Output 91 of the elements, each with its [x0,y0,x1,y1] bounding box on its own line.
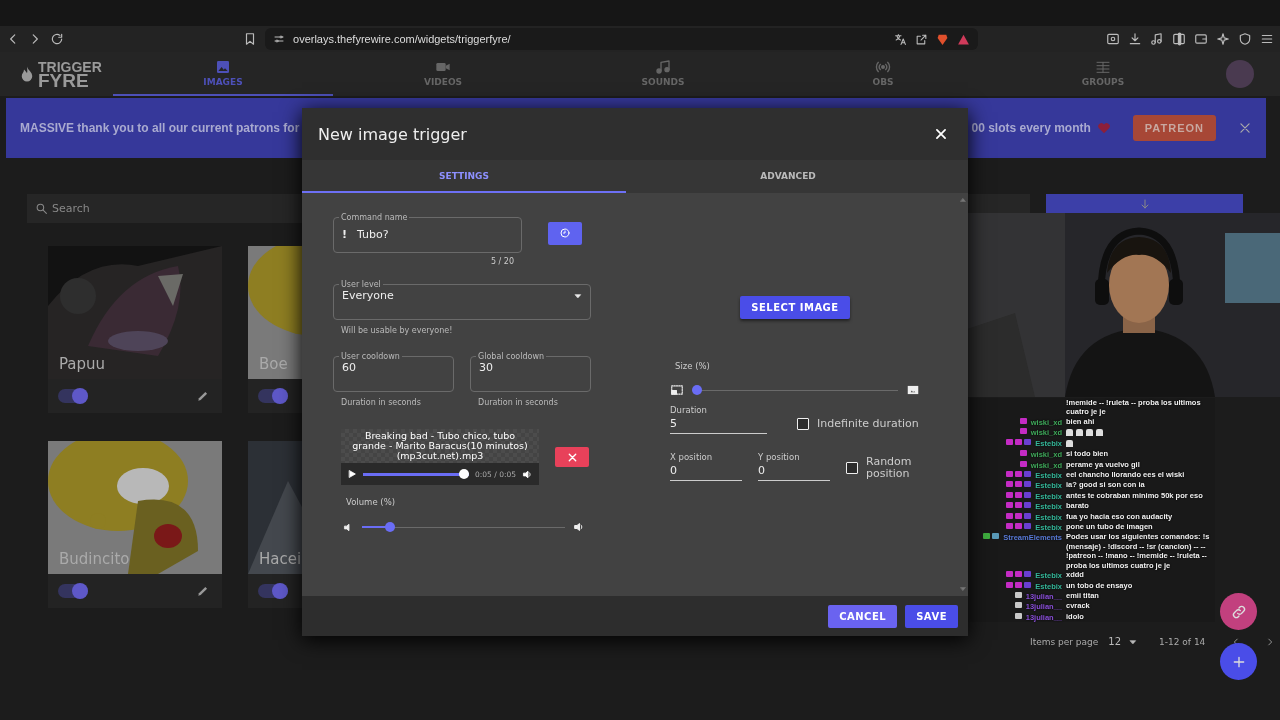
close-icon[interactable] [934,127,948,141]
toggle-switch[interactable] [58,584,88,598]
field-label: Y position [758,452,801,462]
pencil-icon[interactable] [196,389,210,403]
download-icon[interactable] [1128,32,1142,46]
page-range: 1-12 of 14 [1159,636,1206,647]
helper-text: Duration in seconds [341,398,422,407]
cooldown-field[interactable]: User cooldown 60 [333,352,454,392]
dialog-button[interactable]: CANCEL [828,604,898,628]
checkbox[interactable] [846,462,858,474]
field-label: X position [670,452,714,462]
sidebar-icon[interactable] [1172,32,1186,46]
toggle-switch[interactable] [58,389,88,403]
music-note-icon[interactable] [1150,32,1164,46]
toggle-switch[interactable] [258,584,288,598]
add-button[interactable] [1220,643,1257,680]
pagination-label: Items per page [1030,636,1099,647]
card-title: Papuu [59,355,106,373]
slider-thumb[interactable] [459,469,469,479]
caret-icon [1129,637,1138,646]
address-bar[interactable]: overlays.thefyrewire.com/widgets/triggerfyre/ [265,28,978,50]
caret-icon [574,291,582,300]
character-counter: 5 / 20 [489,257,514,266]
image-icon [215,59,231,75]
cooldown-field[interactable]: Global cooldown 30 [470,352,591,392]
banner-text: 00 slots every month [971,121,1091,135]
slider-thumb[interactable] [385,522,396,532]
clock-icon [559,227,571,239]
link-button[interactable] [1220,593,1257,630]
card-title: Hacei [259,550,302,568]
field-label: Global cooldown [477,352,546,361]
scroll-up-icon [960,197,966,203]
remove-button[interactable] [555,447,589,467]
timer-button[interactable] [548,221,582,245]
helper-text: Duration in seconds [478,398,559,407]
heart-icon [1096,121,1111,135]
groups-icon [1095,59,1111,75]
scroll-down-icon [960,586,966,592]
position-field[interactable]: 0 [758,462,830,481]
speaker-icon[interactable] [522,468,533,480]
window-icon[interactable] [1106,32,1120,46]
pencil-icon[interactable] [196,584,210,598]
dialog-title: New image trigger [318,124,467,144]
play-icon[interactable] [347,469,357,479]
select-image-button[interactable]: SELECT IMAGE [740,296,850,319]
slider-thumb[interactable] [692,385,702,395]
reload-icon[interactable] [50,32,64,46]
sparkle-icon[interactable] [1216,32,1230,46]
position-field[interactable]: 0 [670,462,742,481]
dialog-tab[interactable]: SETTINGS [302,160,626,193]
size-slider[interactable] [692,385,898,395]
search-icon [35,202,48,215]
lion-shield-icon[interactable] [936,32,949,46]
helper-text: Will be usable by everyone! [341,326,454,335]
logo-text: FYRE [38,74,89,88]
per-page-select[interactable]: 12 [1108,636,1138,647]
site-settings-icon [273,33,286,45]
duration-field[interactable]: 5 [670,415,767,434]
volume-slider[interactable] [362,522,565,532]
dialog-tab[interactable]: ADVANCED [626,160,950,193]
audio-title: Breaking bad - Tubo chico, tubo grande - Marito Baracus(10 minutos)(mp3cut.net).mp3 [351,429,529,463]
command-field[interactable]: Command name ! Tubo? [333,213,522,253]
link-icon [1230,603,1247,620]
field-label: User level [340,280,382,289]
slider-label: Size (%) [675,361,711,371]
checkbox-label: Random position [866,456,913,480]
triangle-icon[interactable] [957,32,970,46]
translate-icon[interactable] [894,32,907,46]
field-label: User cooldown [340,352,401,361]
music-note-icon [655,59,671,75]
broadcast-icon [875,59,891,75]
shield-icon[interactable] [1238,32,1252,46]
progress-slider[interactable] [363,469,469,479]
checkbox[interactable] [797,417,809,430]
wallet-icon[interactable] [1194,32,1208,46]
logo-text: TRIGGER [38,60,102,74]
dialog-button[interactable]: SAVE [905,604,958,628]
image-icon [906,383,920,397]
field-label: Duration [670,405,708,415]
checkbox-label: Indefinite duration [817,417,919,430]
image-card[interactable]: Papuu [48,246,222,413]
field-label: Command name [340,213,409,222]
volume-icon[interactable] [573,521,585,533]
share-icon[interactable] [915,32,928,46]
menu-icon[interactable] [1260,32,1274,46]
slider-label: Volume (%) [346,497,397,507]
toggle-switch[interactable] [258,389,288,403]
user-level-select[interactable]: User level Everyone [333,280,591,320]
close-icon [566,451,578,463]
small-frame-icon [670,383,684,397]
banner-text: MASSIVE thank you to all our current patrons for [20,121,300,135]
